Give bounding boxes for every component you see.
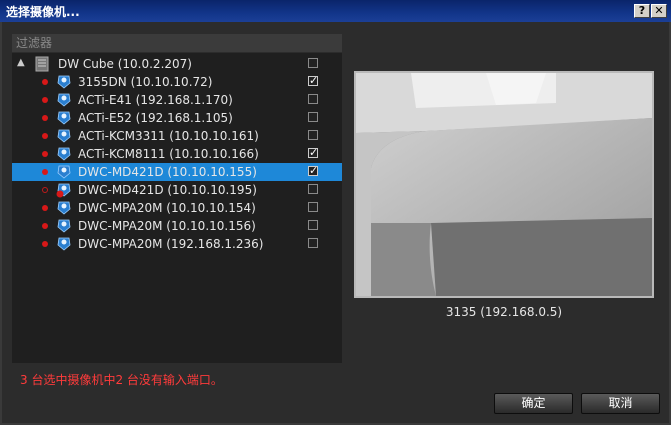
status-dot-icon xyxy=(42,133,48,139)
camera-checkbox[interactable] xyxy=(308,130,318,140)
status-dot-icon xyxy=(42,97,48,103)
camera-label: DWC-MPA20M (10.10.10.154) xyxy=(78,201,256,215)
tree-server-row[interactable]: ▲ DW Cube (10.0.2.207) xyxy=(12,55,342,73)
camera-row[interactable]: DWC-MD421D (10.10.10.155) ✓ xyxy=(12,163,342,181)
status-dot-icon xyxy=(42,223,48,229)
status-dot-icon xyxy=(42,187,48,193)
status-message: 3 台选中摄像机中2 台没有输入端口。 xyxy=(20,373,223,387)
camera-label: 3155DN (10.10.10.72) xyxy=(78,75,213,89)
camera-icon xyxy=(57,93,71,107)
camera-label: DWC-MD421D (10.10.10.155) xyxy=(78,165,257,179)
status-dot-icon xyxy=(42,205,48,211)
server-checkbox[interactable] xyxy=(308,58,318,68)
status-dot-icon xyxy=(42,115,48,121)
camera-checkbox[interactable] xyxy=(308,220,318,230)
camera-icon xyxy=(57,237,71,251)
preview-caption: 3135 (192.168.0.5) xyxy=(445,305,563,319)
filter-input[interactable]: 过滤器 xyxy=(12,34,342,52)
camera-row[interactable]: 3155DN (10.10.10.72) ✓ xyxy=(12,73,342,91)
camera-checkbox[interactable] xyxy=(308,94,318,104)
preview-image xyxy=(356,73,652,296)
camera-checkbox[interactable] xyxy=(308,112,318,122)
server-label: DW Cube (10.0.2.207) xyxy=(58,57,192,71)
cancel-button[interactable]: 取消 xyxy=(581,393,660,414)
status-dot-icon xyxy=(42,151,48,157)
camera-label: ACTi-E52 (192.168.1.105) xyxy=(78,111,233,125)
camera-checkbox[interactable] xyxy=(308,238,318,248)
camera-row[interactable]: ACTi-KCM3311 (10.10.10.161) xyxy=(12,127,342,145)
status-dot-icon xyxy=(42,79,48,85)
title-bar: 选择摄像机... ? ✕ xyxy=(0,0,671,22)
camera-label: ACTi-E41 (192.168.1.170) xyxy=(78,93,233,107)
camera-checkbox[interactable] xyxy=(308,184,318,194)
camera-row[interactable]: ACTi-E52 (192.168.1.105) xyxy=(12,109,342,127)
camera-label: ACTi-KCM8111 (10.10.10.166) xyxy=(78,147,259,161)
camera-icon xyxy=(57,111,71,125)
camera-icon xyxy=(57,129,71,143)
camera-label: DWC-MPA20M (10.10.10.156) xyxy=(78,219,256,233)
camera-icon xyxy=(57,201,71,215)
camera-icon xyxy=(57,147,71,161)
camera-tree: ▲ DW Cube (10.0.2.207) 3155DN (10.10.10.… xyxy=(12,53,342,363)
server-icon xyxy=(35,56,49,72)
close-button[interactable]: ✕ xyxy=(651,4,667,18)
camera-label: ACTi-KCM3311 (10.10.10.161) xyxy=(78,129,259,143)
status-dot-icon xyxy=(42,241,48,247)
camera-row[interactable]: DWC-MPA20M (10.10.10.156) xyxy=(12,217,342,235)
camera-label: DWC-MD421D (10.10.10.195) xyxy=(78,183,257,197)
camera-checkbox[interactable]: ✓ xyxy=(308,75,318,86)
camera-row[interactable]: DWC-MPA20M (10.10.10.154) xyxy=(12,199,342,217)
camera-icon xyxy=(57,75,71,89)
camera-row[interactable]: DWC-MD421D (10.10.10.195) xyxy=(12,181,342,199)
camera-preview xyxy=(354,71,654,298)
camera-icon xyxy=(56,183,71,198)
camera-icon xyxy=(57,165,71,179)
camera-row[interactable]: ACTi-KCM8111 (10.10.10.166) ✓ xyxy=(12,145,342,163)
camera-checkbox[interactable]: ✓ xyxy=(308,165,318,176)
camera-checkbox[interactable] xyxy=(308,202,318,212)
camera-row[interactable]: DWC-MPA20M (192.168.1.236) xyxy=(12,235,342,253)
status-dot-icon xyxy=(42,169,48,175)
help-button[interactable]: ? xyxy=(634,4,650,18)
collapse-icon[interactable]: ▲ xyxy=(17,57,25,68)
ok-button[interactable]: 确定 xyxy=(494,393,573,414)
camera-label: DWC-MPA20M (192.168.1.236) xyxy=(78,237,264,251)
window-title: 选择摄像机... xyxy=(6,5,80,19)
camera-icon xyxy=(57,219,71,233)
camera-checkbox[interactable]: ✓ xyxy=(308,147,318,158)
camera-row[interactable]: ACTi-E41 (192.168.1.170) xyxy=(12,91,342,109)
